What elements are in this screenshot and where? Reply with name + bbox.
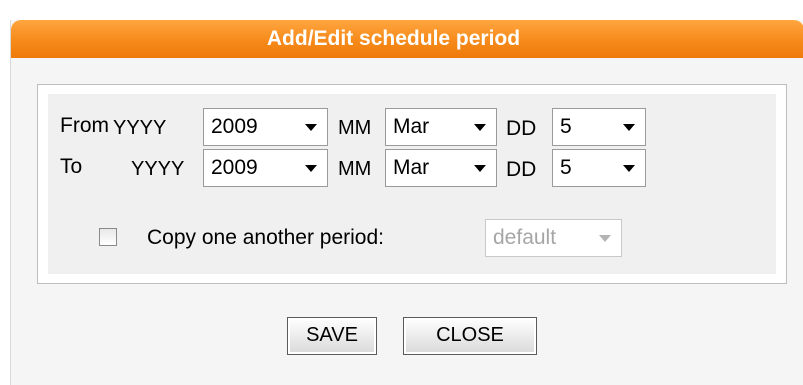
to-year-select[interactable]: 2009 <box>203 149 328 187</box>
dialog-title-bar: Add/Edit schedule period <box>11 20 803 58</box>
to-month-value: Mar <box>393 156 430 179</box>
from-month-value: Mar <box>393 115 430 138</box>
from-month-label: MM <box>338 117 372 139</box>
dialog-title: Add/Edit schedule period <box>266 27 521 50</box>
from-year-select[interactable]: 2009 <box>203 108 328 146</box>
to-year-label: YYYY <box>131 158 185 180</box>
from-year-value: 2009 <box>211 115 258 138</box>
to-day-select[interactable]: 5 <box>552 149 646 187</box>
to-label: To <box>60 155 83 178</box>
from-month-select[interactable]: Mar <box>385 108 497 146</box>
period-panel-inner: From YYYY 2009 MM Mar DD 5 To YYYY 2009 <box>48 94 776 274</box>
chevron-down-icon <box>474 124 486 131</box>
from-day-select[interactable]: 5 <box>552 108 646 146</box>
to-day-label: DD <box>506 158 537 181</box>
chevron-down-icon <box>305 124 317 131</box>
from-day-label: DD <box>506 117 537 140</box>
copy-period-select[interactable]: default <box>485 219 622 257</box>
to-month-label: MM <box>338 158 372 180</box>
from-label: From <box>60 114 109 137</box>
to-month-select[interactable]: Mar <box>385 149 497 187</box>
copy-period-label: Copy one another period: <box>147 226 384 249</box>
schedule-period-dialog: Add/Edit schedule period From YYYY 2009 … <box>10 20 803 385</box>
close-button[interactable]: CLOSE <box>403 317 537 355</box>
to-year-value: 2009 <box>211 156 258 179</box>
chevron-down-icon <box>623 165 635 172</box>
from-day-value: 5 <box>560 115 572 138</box>
chevron-down-icon <box>599 235 611 242</box>
period-panel: From YYYY 2009 MM Mar DD 5 To YYYY 2009 <box>37 84 787 284</box>
chevron-down-icon <box>623 124 635 131</box>
from-year-label: YYYY <box>113 117 167 139</box>
chevron-down-icon <box>305 165 317 172</box>
to-day-value: 5 <box>560 156 572 179</box>
save-button[interactable]: SAVE <box>287 317 377 355</box>
copy-period-checkbox[interactable] <box>99 228 117 246</box>
copy-period-value: default <box>493 226 557 249</box>
chevron-down-icon <box>474 165 486 172</box>
